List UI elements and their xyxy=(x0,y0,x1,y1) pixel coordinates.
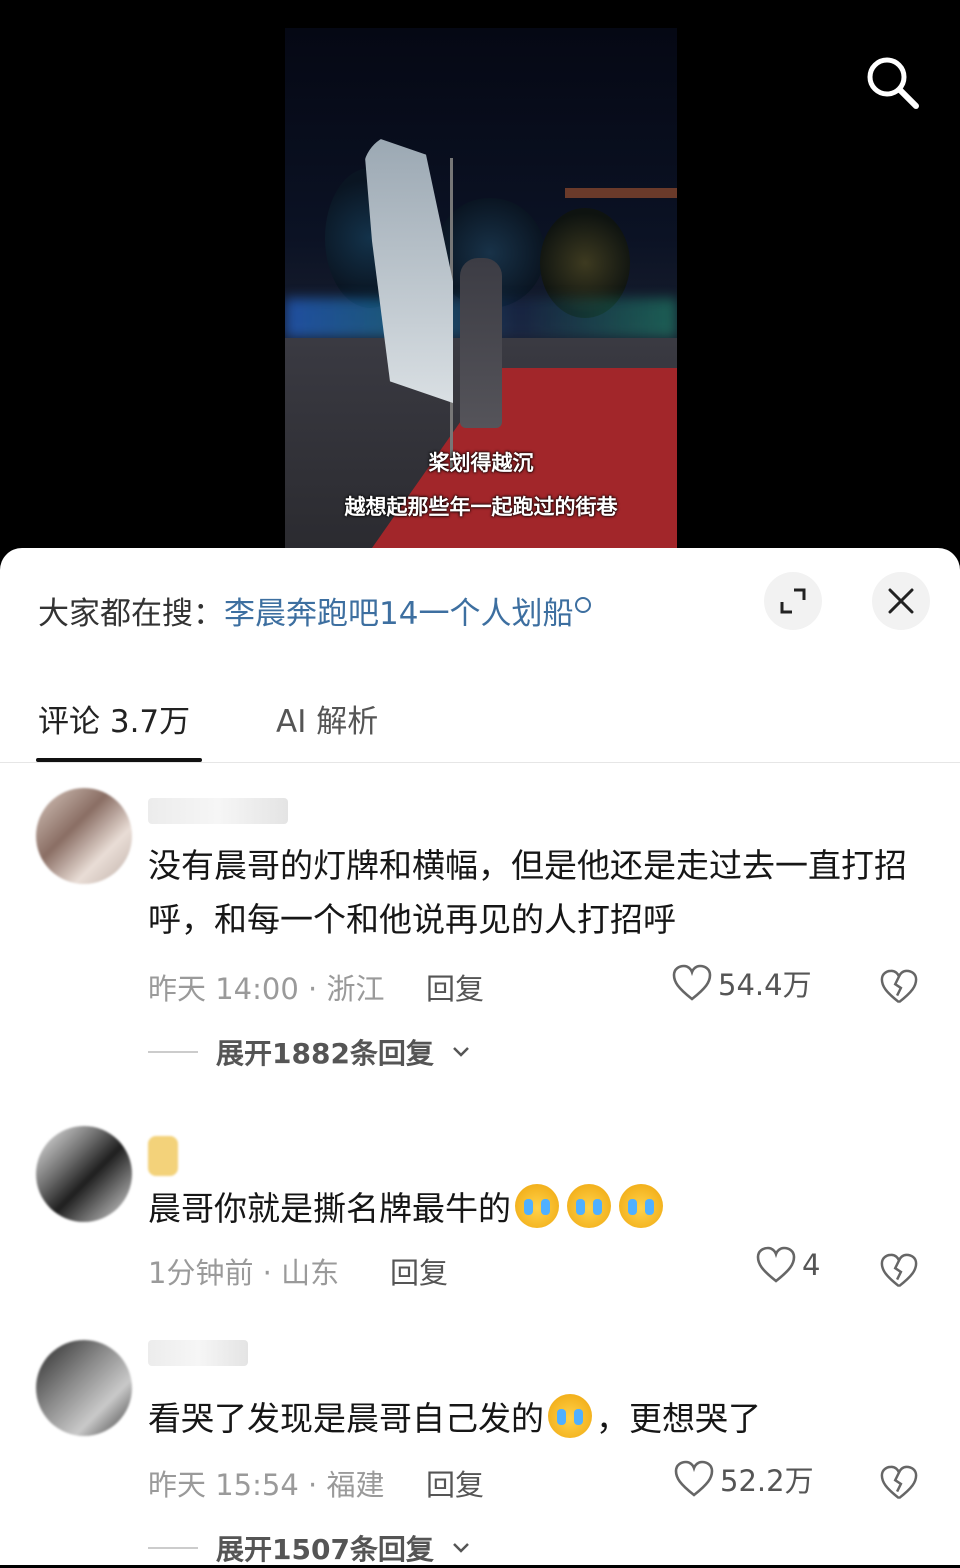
video-caption-line1: 桨划得越沉 xyxy=(428,450,534,475)
expand-replies-label: 展开1507条回复 xyxy=(216,1533,434,1566)
like-button[interactable]: 52.2万 xyxy=(674,1458,814,1500)
heart-icon xyxy=(674,1460,714,1497)
comment-text-body: 晨哥你就是撕名牌最牛的 xyxy=(148,1189,511,1228)
comment-text: 晨哥你就是撕名牌最牛的 xyxy=(148,1182,908,1236)
avatar[interactable] xyxy=(36,788,132,884)
avatar[interactable] xyxy=(36,1126,132,1222)
username-emoji-blurred xyxy=(148,1136,178,1176)
expand-replies-button[interactable]: 展开1507条回复 xyxy=(148,1528,470,1568)
comment-meta: 1分钟前 · 山东 xyxy=(148,1256,340,1290)
reply-button[interactable]: 回复 xyxy=(426,1462,484,1504)
expand-button[interactable] xyxy=(764,572,822,630)
comment-sheet: 大家都在搜：李晨奔跑吧14一个人划船 评论 3.7万 AI 解析 没有晨哥的灯牌… xyxy=(0,548,960,1568)
trending-query-link[interactable]: 李晨奔跑吧14一个人划船 xyxy=(224,596,573,632)
close-button[interactable] xyxy=(872,572,930,630)
crying-emoji-icon xyxy=(567,1184,611,1228)
active-tab-indicator xyxy=(36,758,202,762)
divider-line xyxy=(148,1051,198,1053)
like-button[interactable]: 54.4万 xyxy=(672,962,812,1004)
chevron-down-icon xyxy=(453,1543,469,1553)
small-search-icon xyxy=(575,596,592,613)
expand-icon xyxy=(780,588,806,614)
comment-text: 看哭了发现是晨哥自己发的 ，更想哭了 xyxy=(148,1392,908,1446)
tab-comments[interactable]: 评论 3.7万 xyxy=(38,696,190,741)
broken-heart-icon[interactable] xyxy=(880,968,918,1006)
expand-replies-button[interactable]: 展开1882条回复 xyxy=(148,1032,470,1072)
comment-text-tail: ，更想哭了 xyxy=(596,1399,761,1438)
like-button[interactable]: 4 xyxy=(756,1246,820,1284)
chevron-down-icon xyxy=(453,1047,469,1057)
search-icon[interactable] xyxy=(862,52,922,112)
reply-button[interactable]: 回复 xyxy=(390,1250,448,1292)
divider-line xyxy=(148,1547,198,1549)
comment-meta: 昨天 15:54 · 福建 xyxy=(148,1468,385,1502)
avatar[interactable] xyxy=(36,1340,132,1436)
broken-heart-icon[interactable] xyxy=(880,1464,918,1502)
scene-arch xyxy=(565,188,677,198)
heart-icon xyxy=(756,1246,796,1283)
comment-text-body: 看哭了发现是晨哥自己发的 xyxy=(148,1399,544,1438)
crying-emoji-icon xyxy=(619,1184,663,1228)
tab-ai-analysis[interactable]: AI 解析 xyxy=(276,696,378,741)
like-count: 54.4万 xyxy=(718,968,812,1002)
trending-search[interactable]: 大家都在搜：李晨奔跑吧14一个人划船 xyxy=(38,588,592,633)
heart-icon xyxy=(672,964,712,1001)
broken-heart-icon[interactable] xyxy=(880,1252,918,1290)
crying-emoji-icon xyxy=(548,1394,592,1438)
crying-emoji-icon xyxy=(515,1184,559,1228)
username-blurred[interactable] xyxy=(148,1340,248,1366)
video-player[interactable]: 桨划得越沉 越想起那些年一起跑过的街巷 xyxy=(0,0,960,560)
trending-prefix: 大家都在搜： xyxy=(38,596,224,632)
tab-bar: 评论 3.7万 AI 解析 xyxy=(0,686,960,763)
comment-text: 没有晨哥的灯牌和横幅，但是他还是走过去一直打招呼，和每一个和他说再见的人打招呼 xyxy=(148,846,907,939)
username-blurred[interactable] xyxy=(148,798,288,824)
video-caption-line2: 越想起那些年一起跑过的街巷 xyxy=(344,494,618,519)
comment-meta: 昨天 14:00 · 浙江 xyxy=(148,972,385,1006)
like-count: 4 xyxy=(802,1248,821,1282)
scene-person xyxy=(460,258,502,428)
username-blurred[interactable] xyxy=(148,1136,208,1176)
expand-replies-label: 展开1882条回复 xyxy=(216,1037,434,1070)
close-icon xyxy=(888,588,914,614)
reply-button[interactable]: 回复 xyxy=(426,966,484,1008)
like-count: 52.2万 xyxy=(720,1464,814,1498)
